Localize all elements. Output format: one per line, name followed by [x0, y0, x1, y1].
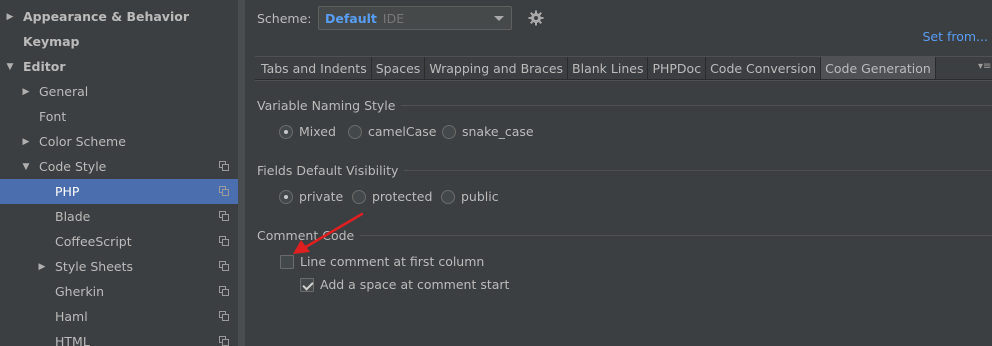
- scheme-type: IDE: [382, 10, 405, 26]
- collapse-arrow-icon[interactable]: ▼: [5, 62, 15, 72]
- radio-circle[interactable]: [348, 124, 362, 139]
- tree-item-label: Color Scheme: [39, 134, 126, 149]
- scheme-name: Default: [325, 10, 377, 26]
- set-from-link[interactable]: Set from...: [922, 29, 988, 44]
- scheme-label: Scheme:: [257, 11, 312, 26]
- radio-label: snake_case: [462, 124, 534, 139]
- radio-private[interactable]: private: [279, 189, 343, 204]
- tree-item-haml[interactable]: Haml: [0, 304, 238, 329]
- copy-icon: [219, 211, 230, 222]
- expand-arrow-icon[interactable]: ▶: [21, 137, 31, 147]
- radio-label: camelCase: [368, 124, 437, 139]
- copy-icon: [219, 186, 230, 197]
- tree-item-editor[interactable]: ▼ Editor: [0, 54, 238, 79]
- tree-item-label: Code Style: [39, 159, 107, 174]
- tree-item-gherkin[interactable]: Gherkin: [0, 279, 238, 304]
- tab-code-conversion[interactable]: Code Conversion: [706, 57, 822, 79]
- copy-icon: [219, 261, 230, 272]
- copy-icon: [219, 336, 230, 346]
- tab-spaces[interactable]: Spaces: [372, 57, 426, 79]
- red-arrow-annotation: [293, 212, 364, 254]
- copy-icon: [219, 161, 230, 172]
- tree-item-color-scheme[interactable]: ▶ Color Scheme: [0, 129, 238, 154]
- tree-item-php[interactable]: PHP: [0, 179, 238, 204]
- tab-tabs-and-indents[interactable]: Tabs and Indents: [257, 57, 372, 79]
- tree-item-code-style[interactable]: ▼ Code Style: [0, 154, 238, 179]
- radio-circle[interactable]: [352, 189, 366, 204]
- radio-circle[interactable]: [279, 124, 293, 139]
- tab-blank-lines[interactable]: Blank Lines: [568, 57, 649, 79]
- radio-protected[interactable]: protected: [352, 189, 432, 204]
- radio-circle[interactable]: [279, 189, 293, 204]
- radio-circle[interactable]: [441, 189, 455, 204]
- tree-item-blade[interactable]: Blade: [0, 204, 238, 229]
- group-title-naming-style: Variable Naming Style: [257, 98, 402, 113]
- tree-item-label: Keymap: [23, 34, 80, 49]
- copy-icon: [219, 286, 230, 297]
- tree-item-label: PHP: [55, 184, 80, 199]
- tree-item-coffeescript[interactable]: CoffeeScript: [0, 229, 238, 254]
- expand-arrow-icon[interactable]: ▶: [37, 262, 47, 272]
- tree-item-label: Appearance & Behavior: [23, 9, 189, 24]
- radio-label: private: [299, 189, 344, 204]
- checkbox-label: Add a space at comment start: [320, 277, 510, 292]
- collapse-arrow-icon[interactable]: ▼: [21, 162, 31, 172]
- copy-icon: [219, 236, 230, 247]
- tab-phpdoc[interactable]: PHPDoc: [648, 57, 707, 79]
- tab-list-menu-icon[interactable]: ▾≡: [978, 61, 992, 73]
- tree-item-label: Gherkin: [55, 284, 105, 299]
- group-title-visibility: Fields Default Visibility: [257, 163, 405, 178]
- radio-camelcase[interactable]: camelCase: [348, 124, 436, 139]
- tree-item-font[interactable]: Font: [0, 104, 238, 129]
- tree-item-label: Font: [39, 109, 67, 124]
- radio-label: protected: [372, 189, 433, 204]
- chevron-down-icon: [494, 16, 504, 21]
- radio-snake-case[interactable]: snake_case: [442, 124, 534, 139]
- tree-item-label: Haml: [55, 309, 88, 324]
- gear-icon[interactable]: [528, 10, 544, 26]
- tree-item-label: General: [39, 84, 89, 99]
- tab-code-generation[interactable]: Code Generation: [821, 57, 936, 79]
- radio-public[interactable]: public: [441, 189, 499, 204]
- tree-item-html[interactable]: HTML: [0, 329, 238, 346]
- checkbox-box[interactable]: [300, 277, 314, 292]
- divider: [255, 80, 992, 81]
- scheme-dropdown[interactable]: Default IDE: [318, 6, 512, 30]
- radio-label: Mixed: [299, 124, 336, 139]
- tree-item-appearance-behavior[interactable]: ▶ Appearance & Behavior: [0, 4, 238, 29]
- radio-label: public: [461, 189, 499, 204]
- tree-item-label: Style Sheets: [55, 259, 134, 274]
- tree-item-label: CoffeeScript: [55, 234, 132, 249]
- checkbox-add-space-comment-start[interactable]: Add a space at comment start: [300, 277, 509, 292]
- expand-arrow-icon[interactable]: ▶: [5, 12, 15, 22]
- tree-item-style-sheets[interactable]: ▶ Style Sheets: [0, 254, 238, 279]
- expand-arrow-icon[interactable]: ▶: [21, 87, 31, 97]
- tree-item-label: Blade: [55, 209, 91, 224]
- sidebar-scrollbar[interactable]: [238, 0, 245, 346]
- radio-circle[interactable]: [442, 124, 456, 139]
- tree-item-label: Editor: [23, 59, 66, 74]
- copy-icon: [219, 311, 230, 322]
- code-style-panel: Scheme: Default IDE Set from... Tabs and…: [245, 0, 992, 346]
- tree-item-label: HTML: [55, 334, 90, 346]
- tree-item-general[interactable]: ▶ General: [0, 79, 238, 104]
- settings-tree: ▶ Appearance & Behavior Keymap ▼ Editor …: [0, 0, 238, 346]
- tab-wrapping-and-braces[interactable]: Wrapping and Braces: [425, 57, 569, 79]
- tab-bar: Tabs and Indents Spaces Wrapping and Bra…: [257, 57, 936, 79]
- radio-mixed[interactable]: Mixed: [279, 124, 336, 139]
- tree-item-keymap[interactable]: Keymap: [0, 29, 238, 54]
